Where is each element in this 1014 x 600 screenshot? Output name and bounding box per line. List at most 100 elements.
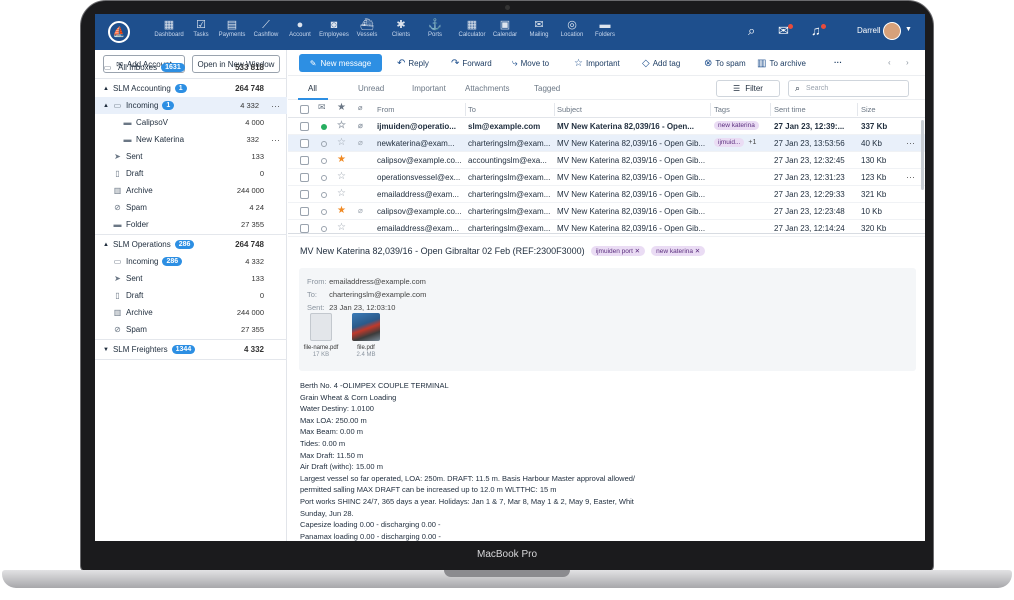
row-checkbox[interactable] [300, 207, 309, 216]
column-sent-time[interactable]: Sent time [774, 105, 806, 114]
read-status-icon[interactable] [321, 175, 327, 181]
more-actions-button[interactable]: ··· [834, 58, 842, 67]
tab-all[interactable]: All [308, 84, 317, 93]
sidebar-item-all-inboxes[interactable]: ▭ All Inboxes 1631 533 818 [95, 59, 287, 76]
read-status-icon[interactable] [321, 226, 327, 232]
chevron-down-icon[interactable]: ▼ [905, 26, 912, 33]
nav-item-folders[interactable]: ▬ Folders [587, 19, 623, 38]
attachment-column-icon[interactable]: ⌀ [358, 103, 363, 112]
read-status-icon[interactable] [321, 158, 327, 164]
sidebar-item-sent[interactable]: ➤ Sent 133 [95, 270, 287, 287]
table-row[interactable]: ☆ operationsvessel@ex... charteringslm@exa… [288, 169, 925, 186]
tab-unread[interactable]: Unread [358, 84, 384, 93]
nav-item-vessels[interactable]: ⛴ Vessels [349, 19, 385, 38]
meta-from-value[interactable]: emailaddress@example.com [329, 277, 426, 286]
tab-tagged[interactable]: Tagged [534, 84, 560, 93]
reply-button[interactable]: ↶ Reply [397, 58, 429, 69]
nav-item-cashflow[interactable]: ⟋ Cashflow [248, 19, 284, 38]
to-spam-button[interactable]: ⊗ To spam [704, 58, 746, 69]
sidebar-item-draft[interactable]: ▯ Draft 0 [95, 287, 287, 304]
important-button[interactable]: ☆ Important [574, 58, 620, 69]
more-options-icon[interactable]: ··· [906, 172, 915, 182]
preview-tag[interactable]: ijmuiden port ✕ [590, 246, 646, 256]
sidebar-item-sent[interactable]: ➤ Sent 133 [95, 148, 287, 165]
sidebar-account-0[interactable]: ▲ SLM Accounting 1 264 748 [95, 80, 287, 97]
expand-arrow-icon[interactable]: ▼ [103, 347, 109, 353]
user-name[interactable]: Darrell [857, 26, 881, 35]
sidebar-item-incoming[interactable]: ▲ ▭ Incoming 1 4 332 ··· [95, 97, 287, 114]
new-message-button[interactable]: ✎ New message [299, 54, 382, 72]
tag-chip[interactable]: new katerina [714, 121, 759, 130]
sidebar-item-calipsov[interactable]: ▬ CalipsoV 4 000 [95, 114, 287, 131]
table-row[interactable]: ☆ emailaddress@exam... charteringslm@exam.… [288, 186, 925, 203]
column-to[interactable]: To [468, 105, 476, 114]
column-subject[interactable]: Subject [557, 105, 582, 114]
expand-arrow-icon[interactable]: ▲ [103, 86, 109, 92]
table-row[interactable]: ★ ⌀ calipsov@example.co... charteringslm@ex… [288, 203, 925, 220]
tab-attachments[interactable]: Attachments [465, 84, 509, 93]
filter-button[interactable]: ☰ Filter [716, 80, 780, 97]
bell-icon[interactable]: ♫ [811, 23, 821, 38]
meta-to-value[interactable]: charteringslm@example.com [329, 290, 426, 299]
tab-important[interactable]: Important [412, 84, 446, 93]
sidebar-item-spam[interactable]: ⊘ Spam 27 355 [95, 321, 287, 338]
column-size[interactable]: Size [861, 105, 876, 114]
row-checkbox[interactable] [300, 224, 309, 233]
nav-item-dashboard[interactable]: ▦ Dashboard [151, 19, 187, 38]
read-status-icon[interactable] [321, 192, 327, 198]
chevron-right-icon[interactable]: › [906, 58, 909, 67]
nav-item-ports[interactable]: ⚓ Ports [417, 19, 453, 38]
nav-item-calculator[interactable]: ▦ Calculator [454, 19, 490, 38]
nav-item-clients[interactable]: ✱ Clients [383, 19, 419, 38]
read-status-icon[interactable] [321, 124, 327, 130]
list-scrollbar[interactable] [921, 120, 924, 190]
chevron-left-icon[interactable]: ‹ [888, 58, 891, 67]
read-status-icon[interactable] [321, 141, 327, 147]
sidebar-account-1[interactable]: ▲ SLM Operations 286 264 748 [95, 236, 287, 253]
move-to-button[interactable]: ⤷ Move to [512, 58, 549, 69]
star-icon[interactable]: ★ [337, 205, 346, 216]
star-icon[interactable]: ☆ [337, 137, 346, 148]
nav-item-payments[interactable]: ▤ Payments [214, 19, 250, 38]
table-row[interactable]: ★ calipsov@example.co... accountingslm@exa… [288, 152, 925, 169]
star-icon[interactable]: ☆ [337, 222, 346, 233]
tag-more-count[interactable]: +1 [748, 139, 756, 146]
preview-tag[interactable]: new katerina ✕ [651, 246, 706, 256]
more-options-icon[interactable]: ··· [271, 135, 280, 145]
nav-item-account[interactable]: ● Account [282, 19, 318, 38]
avatar[interactable] [883, 22, 901, 40]
star-column-icon[interactable]: ★ [337, 102, 346, 113]
table-row[interactable]: ☆ ⌀ ijmuiden@operatio... slm@example.com MV … [288, 118, 925, 135]
sidebar-item-archive[interactable]: ▥ Archive 244 000 [95, 182, 287, 199]
more-options-icon[interactable]: ··· [906, 138, 915, 148]
sidebar-item-draft[interactable]: ▯ Draft 0 [95, 165, 287, 182]
app-logo-icon[interactable]: ⛵ [108, 21, 130, 43]
select-all-checkbox[interactable] [300, 105, 309, 114]
sidebar-item-new-katerina[interactable]: ▬ New Katerina 332 ··· [95, 131, 287, 148]
expand-arrow-icon[interactable]: ▲ [103, 103, 109, 109]
star-icon[interactable]: ★ [337, 154, 346, 165]
attachment[interactable]: file.pdf 2.4 MB [346, 313, 386, 358]
nav-item-employees[interactable]: ◙ Employees [316, 19, 352, 38]
read-status-icon[interactable] [321, 209, 327, 215]
sidebar-item-spam[interactable]: ⊘ Spam 4 24 [95, 199, 287, 216]
star-icon[interactable]: ☆ [337, 120, 346, 131]
expand-arrow-icon[interactable]: ▲ [103, 242, 109, 248]
sidebar-item-folder[interactable]: ▬ Folder 27 355 [95, 216, 287, 233]
forward-button[interactable]: ↷ Forward [451, 58, 492, 69]
nav-item-calendar[interactable]: ▣ Calendar [487, 19, 523, 38]
row-checkbox[interactable] [300, 122, 309, 131]
row-checkbox[interactable] [300, 173, 309, 182]
search-input[interactable]: ⌕ Search [788, 80, 909, 97]
column-from[interactable]: From [377, 105, 395, 114]
more-options-icon[interactable]: ··· [271, 101, 280, 111]
sidebar-item-archive[interactable]: ▥ Archive 244 000 [95, 304, 287, 321]
sidebar-account-2[interactable]: ▼ SLM Freighters 1344 4 332 [95, 341, 287, 358]
row-checkbox[interactable] [300, 139, 309, 148]
add-tag-button[interactable]: ◇ Add tag [642, 58, 680, 69]
column-tags[interactable]: Tags [714, 105, 730, 114]
row-checkbox[interactable] [300, 190, 309, 199]
envelope-icon[interactable]: ✉ [318, 102, 326, 113]
nav-item-location[interactable]: ◎ Location [554, 19, 590, 38]
to-archive-button[interactable]: ▥ To archive [757, 58, 806, 69]
